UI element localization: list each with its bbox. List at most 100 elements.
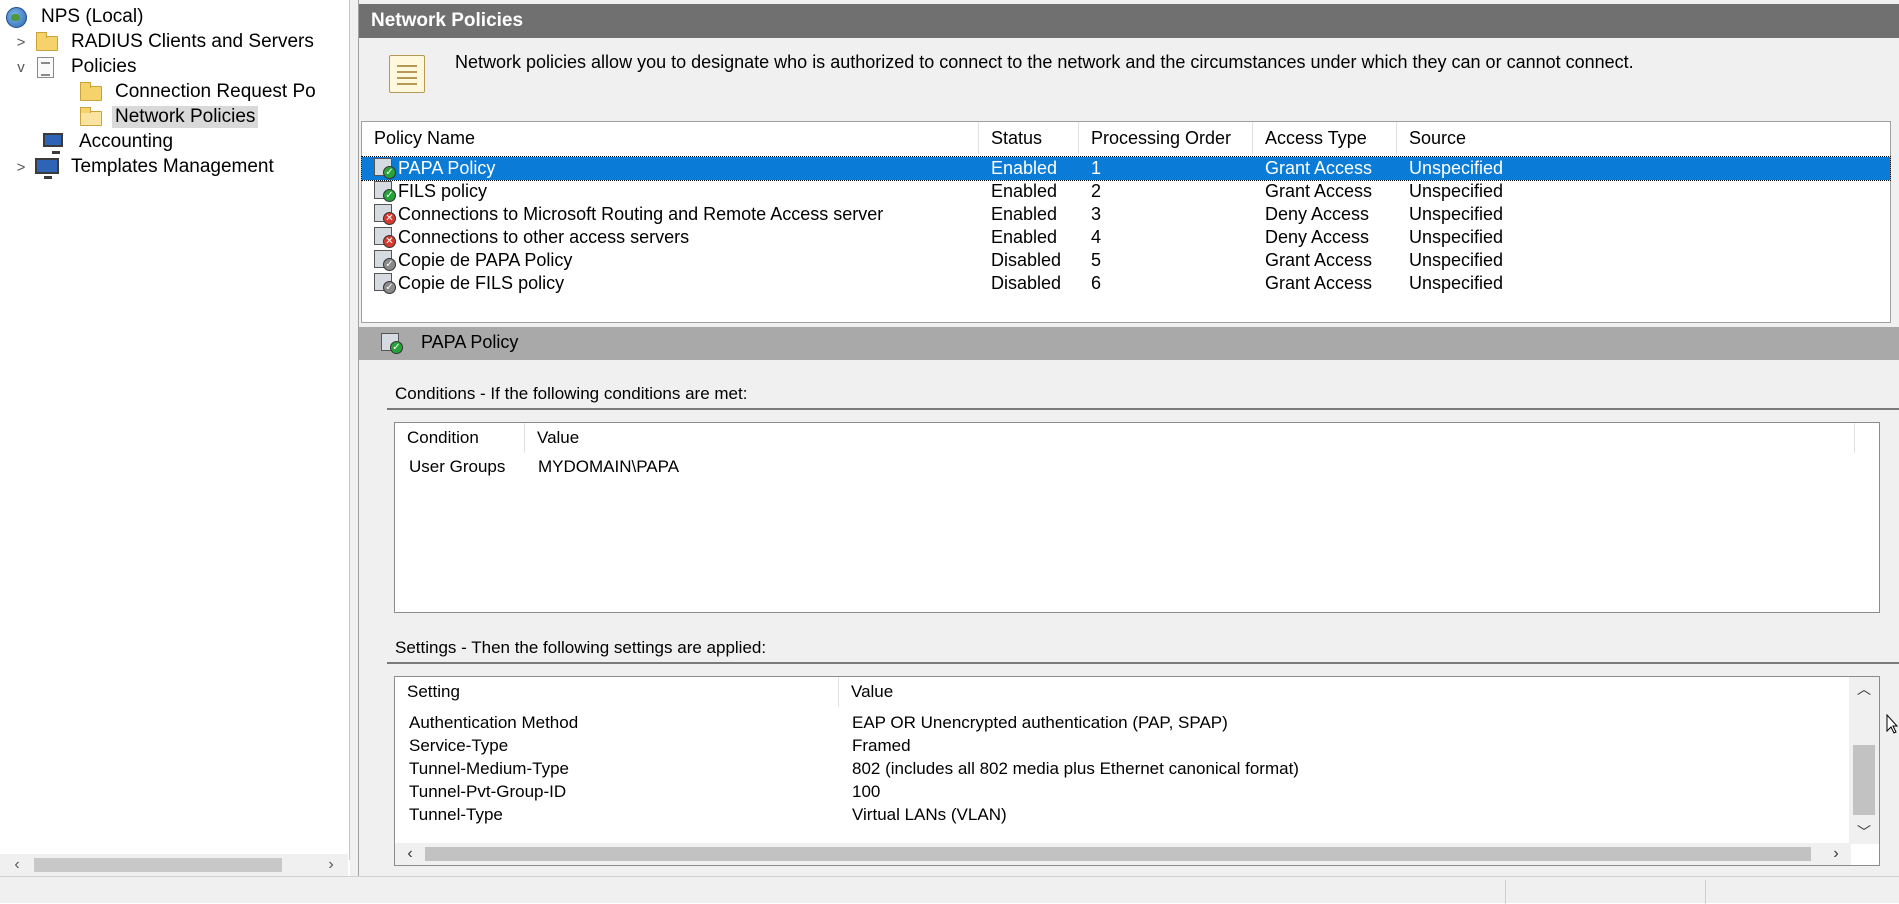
tree-item-templates-management[interactable]: > Templates Management <box>12 155 277 179</box>
scroll-up-icon[interactable]: ︿ <box>1849 679 1879 699</box>
detail-header: ✓ PAPA Policy <box>359 327 1899 360</box>
scroll-left-icon[interactable]: ‹ <box>395 843 425 865</box>
setting-name: Tunnel-Type <box>409 805 503 824</box>
policy-name: Connections to other access servers <box>398 227 690 247</box>
scrollbar-thumb[interactable] <box>34 858 282 872</box>
policy-row[interactable]: ✕ Connections to other access servers En… <box>362 226 1890 249</box>
policy-disabled-icon: ✓ <box>374 273 396 294</box>
policy-name: PAPA Policy <box>398 158 496 178</box>
policy-deny-icon: ✕ <box>374 204 396 225</box>
policy-row[interactable]: ✓ Copie de FILS policy Disabled 6 Grant … <box>362 272 1890 295</box>
conditions-grid[interactable]: Condition Value User Groups MYDOMAIN\PAP… <box>394 422 1880 613</box>
scroll-right-icon[interactable]: › <box>1821 843 1851 865</box>
chevron-right-icon[interactable]: > <box>12 159 30 176</box>
tree-item-label: RADIUS Clients and Servers <box>71 31 314 52</box>
policy-status: Enabled <box>991 204 1058 224</box>
column-header-source[interactable]: Source <box>1397 122 1890 154</box>
column-header-setting[interactable]: Setting <box>395 677 839 707</box>
policy-order: 5 <box>1091 250 1102 270</box>
folder-icon <box>34 31 60 53</box>
policy-status: Enabled <box>991 181 1058 201</box>
status-segment <box>1505 880 1705 904</box>
policy-row[interactable]: ✕ Connections to Microsoft Routing and R… <box>362 203 1890 226</box>
scroll-down-icon[interactable]: ﹀ <box>1849 822 1879 842</box>
accounting-icon <box>42 131 68 154</box>
policy-access: Grant Access <box>1265 181 1373 201</box>
scrollbar-thumb[interactable] <box>425 847 1811 861</box>
policy-source: Unspecified <box>1409 250 1504 270</box>
settings-vertical-scrollbar[interactable]: ︿ ﹀ <box>1849 677 1879 844</box>
condition-value: MYDOMAIN\PAPA <box>538 457 680 476</box>
setting-value: Virtual LANs (VLAN) <box>852 805 1007 824</box>
templates-icon <box>34 156 60 179</box>
policy-access: Deny Access <box>1265 204 1370 224</box>
tree-item-label: Network Policies <box>112 106 259 128</box>
description-area: Network policies allow you to designate … <box>359 38 1899 120</box>
settings-label: Settings - Then the following settings a… <box>395 638 767 657</box>
policy-row[interactable]: ✓ Copie de PAPA Policy Disabled 5 Grant … <box>362 249 1890 272</box>
tree-item-network-policies[interactable]: Network Policies <box>78 105 259 129</box>
scroll-right-icon[interactable]: › <box>316 854 346 876</box>
settings-horizontal-scrollbar[interactable]: ‹ › <box>395 843 1851 865</box>
chevron-right-icon[interactable]: > <box>12 34 30 51</box>
policy-access: Grant Access <box>1265 250 1373 270</box>
tree-item-nps-local[interactable]: NPS (Local) <box>4 5 146 29</box>
settings-grid[interactable]: Setting Value Authentication Method EAP … <box>394 676 1880 866</box>
open-folder-icon <box>78 106 104 128</box>
column-header-processing-order[interactable]: Processing Order <box>1079 122 1253 154</box>
policy-source: Unspecified <box>1409 273 1504 293</box>
column-header-condition[interactable]: Condition <box>395 423 525 453</box>
conditions-label: Conditions - If the following conditions… <box>395 384 748 403</box>
policy-source: Unspecified <box>1409 227 1504 247</box>
tree-item-label: Accounting <box>79 131 174 152</box>
policy-row[interactable]: ✓ PAPA Policy Enabled 1 Grant Access Uns… <box>361 156 1891 181</box>
setting-name: Authentication Method <box>409 713 579 732</box>
section-divider <box>387 662 1899 664</box>
policy-access: Deny Access <box>1265 227 1370 247</box>
tree-item-policies[interactable]: v Policies <box>12 55 139 79</box>
policy-row[interactable]: ✓ FILS policy Enabled 2 Grant Access Uns… <box>362 180 1890 203</box>
tree-horizontal-scrollbar[interactable]: ‹ › <box>0 854 348 876</box>
pane-splitter[interactable] <box>350 0 358 876</box>
column-header-policy-name[interactable]: Policy Name <box>362 122 979 154</box>
column-header-value[interactable]: Value <box>839 677 1851 707</box>
globe-icon <box>4 6 30 28</box>
policy-source: Unspecified <box>1409 158 1504 178</box>
policy-order: 6 <box>1091 273 1102 293</box>
policy-scroll-icon <box>385 53 431 97</box>
policy-order: 3 <box>1091 204 1102 224</box>
policy-order: 1 <box>1091 158 1102 178</box>
setting-name: Service-Type <box>409 736 509 755</box>
policy-enabled-icon: ✓ <box>374 158 396 179</box>
chevron-down-icon[interactable]: v <box>12 59 30 76</box>
folder-icon <box>78 81 104 103</box>
condition-name: User Groups <box>409 457 506 476</box>
policy-source: Unspecified <box>1409 204 1504 224</box>
tree-item-radius-clients[interactable]: > RADIUS Clients and Servers <box>12 30 317 54</box>
policy-enabled-icon: ✓ <box>381 333 405 355</box>
policy-access: Grant Access <box>1265 273 1373 293</box>
tree-item-accounting[interactable]: Accounting <box>42 130 176 154</box>
column-header-value[interactable]: Value <box>525 423 1855 453</box>
policy-status: Enabled <box>991 227 1058 247</box>
mouse-cursor-icon <box>1886 714 1898 734</box>
policy-status: Enabled <box>991 158 1058 178</box>
scroll-left-icon[interactable]: ‹ <box>2 854 32 876</box>
setting-value: 802 (includes all 802 media plus Etherne… <box>852 759 1299 778</box>
section-divider <box>387 408 1899 410</box>
column-header-access-type[interactable]: Access Type <box>1253 122 1397 154</box>
description-text: Network policies allow you to designate … <box>455 52 1634 72</box>
policy-list[interactable]: Policy Name Status Processing Order Acce… <box>361 121 1891 323</box>
policy-order: 4 <box>1091 227 1102 247</box>
setting-value: Framed <box>852 736 911 755</box>
policy-name: Copie de PAPA Policy <box>398 250 573 270</box>
scrollbar-thumb[interactable] <box>1853 745 1875 815</box>
policy-name: Copie de FILS policy <box>398 273 565 293</box>
column-header-status[interactable]: Status <box>979 122 1079 154</box>
policy-disabled-icon: ✓ <box>374 250 396 271</box>
policy-access: Grant Access <box>1265 158 1373 178</box>
panel-title: Network Policies <box>359 4 1899 38</box>
tree-item-connection-request[interactable]: Connection Request Po <box>78 80 350 104</box>
setting-name: Tunnel-Medium-Type <box>409 759 569 778</box>
policy-name: FILS policy <box>398 181 488 201</box>
